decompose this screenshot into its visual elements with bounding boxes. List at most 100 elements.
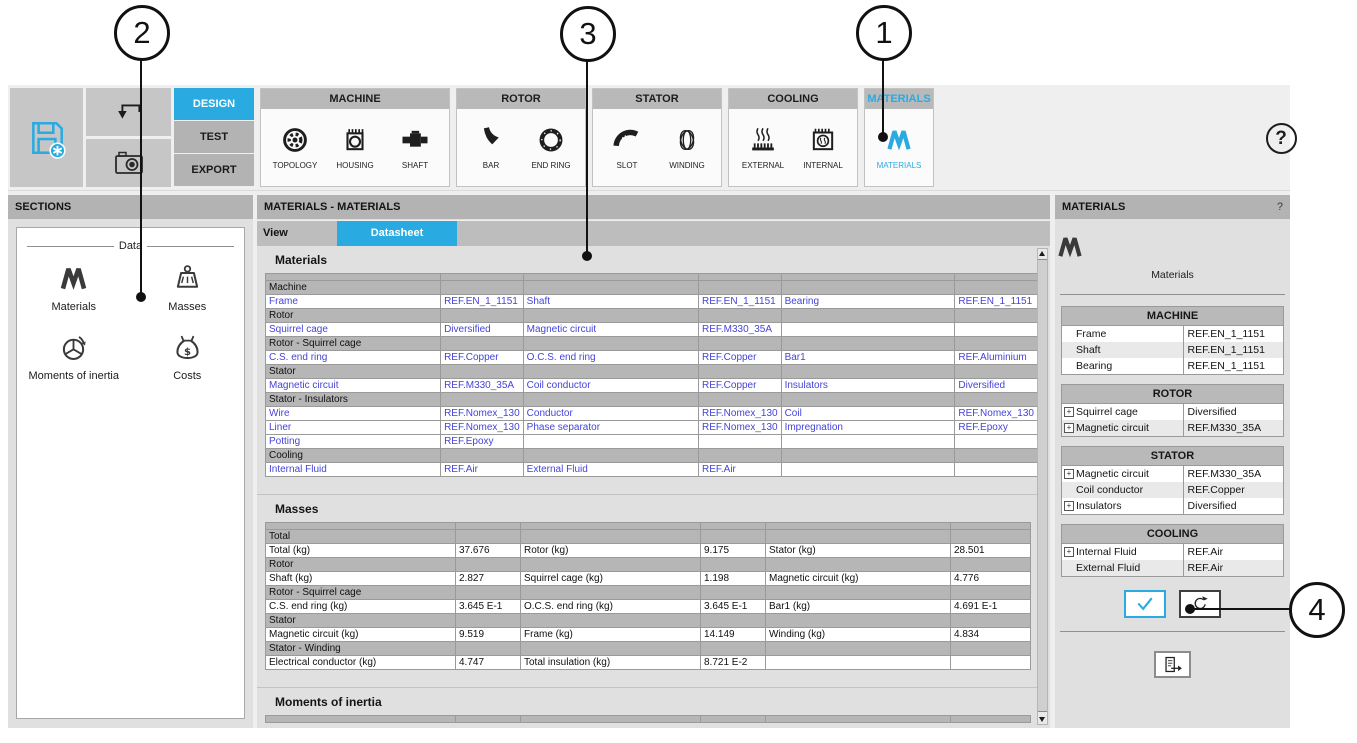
cell-value[interactable]: REF.Epoxy [441, 435, 524, 449]
cell-label[interactable]: Liner [266, 421, 441, 435]
cell-label[interactable]: External Fluid [523, 463, 698, 477]
divider [1060, 631, 1285, 632]
materials-panel-title: MATERIALS [1062, 195, 1125, 219]
callout-line-2 [140, 60, 142, 297]
cell-label[interactable]: Wire [266, 407, 441, 421]
cell-label[interactable]: Magnetic circuit [266, 379, 441, 393]
cell-value: 4.691 E-1 [951, 600, 1031, 614]
help-button[interactable]: ? [1264, 121, 1298, 155]
tab-view[interactable]: View [257, 221, 337, 246]
cell-label: Magnetic circuit (kg) [766, 572, 951, 586]
cell-value[interactable]: REF.Nomex_130 [441, 407, 524, 421]
panel-row-label: Frame [1076, 328, 1106, 340]
cell-label[interactable]: Impregnation [781, 421, 955, 435]
tab-datasheet[interactable]: Datasheet [337, 221, 457, 246]
snapshot-button[interactable] [86, 139, 171, 187]
expand-icon[interactable]: + [1064, 423, 1074, 433]
cell-label[interactable]: Conductor [523, 407, 698, 421]
cell-label[interactable]: Coil conductor [523, 379, 698, 393]
ribbon-button-housing[interactable]: HOUSING [326, 125, 384, 170]
sections-item-masses[interactable]: Masses [135, 262, 240, 313]
sections-item-moments-of-inertia[interactable]: Moments of inertia [21, 331, 126, 382]
sections-item-costs[interactable]: $Costs [135, 331, 240, 382]
ribbon-button-label: HOUSING [326, 161, 384, 170]
expand-icon[interactable]: + [1064, 469, 1074, 479]
cell-value[interactable]: REF.Copper [698, 379, 781, 393]
cell-value[interactable]: REF.Nomex_130 [955, 407, 1038, 421]
cell-value[interactable]: REF.Air [698, 463, 781, 477]
table-moments-of-inertia [265, 715, 1031, 723]
cell-label[interactable]: Bearing [781, 295, 955, 309]
apply-button[interactable] [1124, 590, 1166, 618]
expand-icon[interactable]: + [1064, 407, 1074, 417]
cell-value[interactable]: REF.Aluminium [955, 351, 1038, 365]
ribbon-button-bar[interactable]: BAR [462, 125, 520, 170]
cell-value[interactable]: REF.Copper [441, 351, 524, 365]
scroll-up-arrow[interactable] [1039, 251, 1045, 256]
ribbon-button-slot[interactable]: SLOT [598, 125, 656, 170]
cell-value[interactable]: REF.Air [441, 463, 524, 477]
cell-label[interactable]: Bar1 [781, 351, 955, 365]
restore-button[interactable] [1179, 590, 1221, 618]
scrollbar[interactable] [1037, 248, 1048, 725]
cell-label[interactable]: Shaft [523, 295, 698, 309]
table-row: Machine [266, 281, 1038, 295]
panel-actions [1055, 590, 1290, 618]
cell-value[interactable]: REF.Nomex_130 [698, 407, 781, 421]
cell-label[interactable]: Squirrel cage [266, 323, 441, 337]
panel-row-label: Bearing [1076, 360, 1112, 372]
cell-label: Total insulation (kg) [521, 656, 701, 670]
cell-value[interactable]: REF.Epoxy [955, 421, 1038, 435]
panel-table-machine: MACHINEFrameREF.EN_1_1151ShaftREF.EN_1_1… [1061, 306, 1284, 375]
cell-label[interactable]: Coil [781, 407, 955, 421]
panel-row-value: REF.M330_35A [1184, 466, 1283, 482]
cell-label[interactable]: C.S. end ring [266, 351, 441, 365]
cell-label[interactable]: Magnetic circuit [523, 323, 698, 337]
undo-button[interactable] [86, 88, 171, 136]
ribbon-button-external[interactable]: EXTERNAL [734, 125, 792, 170]
cell-label[interactable]: Phase separator [523, 421, 698, 435]
cell-value[interactable]: REF.EN_1_1151 [441, 295, 524, 309]
scrollbar-thumb[interactable] [1038, 259, 1047, 712]
cell-value[interactable]: REF.Nomex_130 [441, 421, 524, 435]
ribbon-button-winding[interactable]: WINDING [658, 125, 716, 170]
cell-value[interactable]: Diversified [441, 323, 524, 337]
panel-row-value: REF.EN_1_1151 [1184, 326, 1283, 342]
ribbon-button-label: SHAFT [386, 161, 444, 170]
save-button[interactable] [10, 88, 83, 187]
ribbon-button-topology[interactable]: TOPOLOGY [266, 125, 324, 170]
ribbon-button-internal[interactable]: INTERNAL [794, 125, 852, 170]
tab-design[interactable]: DESIGN [174, 88, 254, 120]
cell-value[interactable]: REF.Copper [698, 351, 781, 365]
cell-value[interactable]: REF.M330_35A [698, 323, 781, 337]
cell-label[interactable]: Insulators [781, 379, 955, 393]
cell-label: Shaft (kg) [266, 572, 456, 586]
tab-export[interactable]: EXPORT [174, 154, 254, 186]
scroll-down-arrow[interactable] [1039, 717, 1045, 722]
materials-icon-label: Materials [1055, 269, 1290, 281]
help-icon: ? [1266, 123, 1297, 154]
tab-test[interactable]: TEST [174, 121, 254, 153]
section-divider [257, 494, 1038, 495]
export-button[interactable] [1154, 651, 1191, 678]
expand-icon[interactable]: + [1064, 501, 1074, 511]
cell-label[interactable]: Potting [266, 435, 441, 449]
expand-icon[interactable]: + [1064, 547, 1074, 557]
cell-value[interactable]: REF.Nomex_130 [698, 421, 781, 435]
table-header-strip [266, 716, 1031, 723]
table-row: Total (kg)37.676Rotor (kg)9.175Stator (k… [266, 544, 1031, 558]
cell-value[interactable]: REF.EN_1_1151 [955, 295, 1038, 309]
ribbon-button-end-ring[interactable]: END RING [522, 125, 580, 170]
ribbon-button-materials[interactable]: MATERIALS [870, 125, 928, 170]
panel-help-icon[interactable]: ? [1277, 195, 1283, 219]
sections-item-materials[interactable]: Materials [21, 262, 126, 313]
cell-value[interactable]: Diversified [955, 379, 1038, 393]
table-row: Rotor - Squirrel cage [266, 337, 1038, 351]
cell-label[interactable]: O.C.S. end ring [523, 351, 698, 365]
ribbon-button-shaft[interactable]: SHAFT [386, 125, 444, 170]
cell-label[interactable]: Internal Fluid [266, 463, 441, 477]
cell-value[interactable]: REF.M330_35A [441, 379, 524, 393]
table-row: Magnetic circuit (kg)9.519Frame (kg)14.1… [266, 628, 1031, 642]
cell-value[interactable]: REF.EN_1_1151 [698, 295, 781, 309]
cell-label[interactable]: Frame [266, 295, 441, 309]
